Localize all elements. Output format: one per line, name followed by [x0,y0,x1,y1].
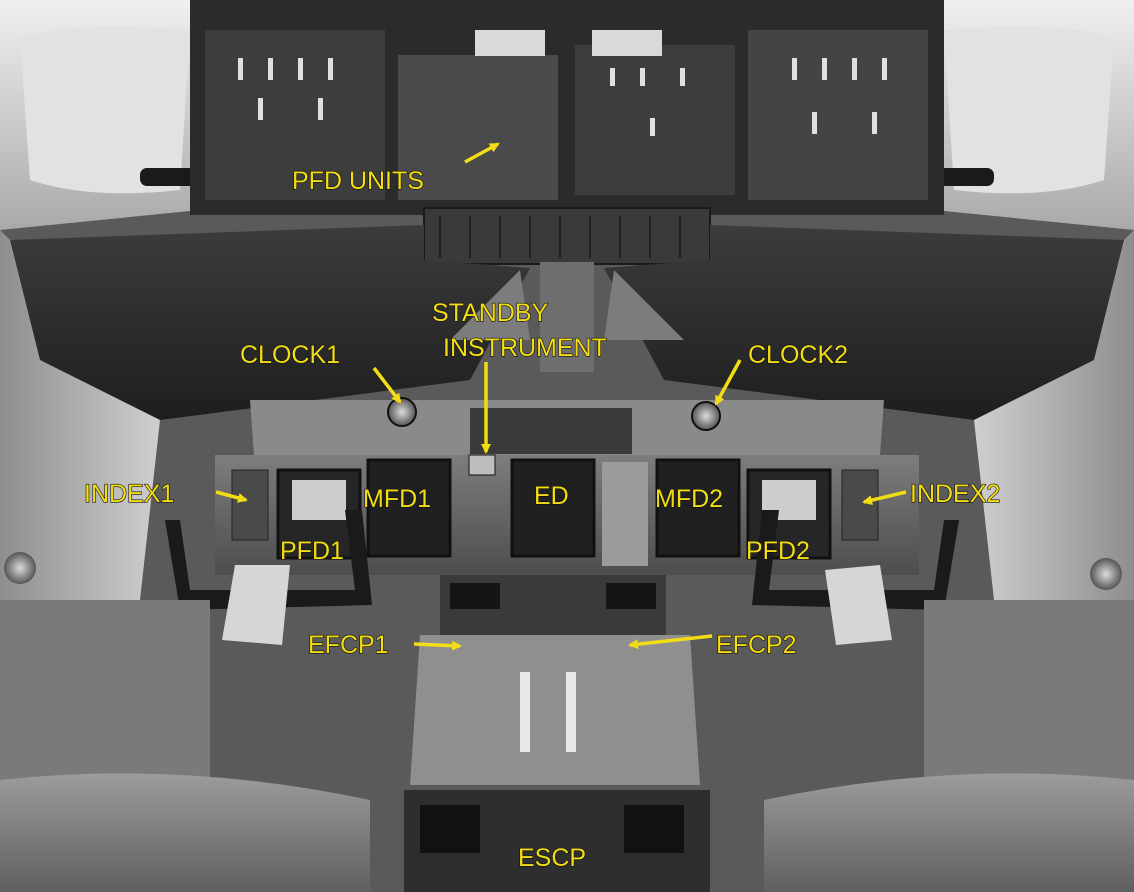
label-pfd2: PFD2 [746,537,810,565]
glareshield-center-box [423,207,711,265]
label-pfd1: PFD1 [280,537,344,565]
label-index1: INDEX1 [84,480,174,508]
cockpit-diagram: PFD UNITS STANDBY INSTRUMENT CLOCK1 CLOC… [0,0,1134,892]
air-vent-left [4,552,36,584]
label-standby-line1: STANDBY [432,299,549,327]
throttle-lever [520,672,530,752]
side-console-right [924,600,1134,790]
label-pfd-units: PFD UNITS [292,167,424,195]
label-clock2: CLOCK2 [748,341,848,369]
label-efcp1: EFCP1 [308,631,389,659]
label-mfd2: MFD2 [655,485,723,513]
center-panel-switches [602,462,648,566]
label-escp: ESCP [518,844,586,872]
overhead-lamp [475,30,545,56]
label-standby-line2: INSTRUMENT [443,334,607,362]
arrow-efcp1 [413,640,462,651]
throttle-lever [566,672,576,752]
clock2-dial [691,401,721,431]
pfd1-screen-attitude [292,480,346,520]
label-efcp2: EFCP2 [716,631,797,659]
escp-display-left [420,805,480,853]
air-vent-right [1090,558,1122,590]
efcp1-display [450,583,500,609]
standby-instrument [468,454,496,476]
label-clock1: CLOCK1 [240,341,340,369]
overhead-panel-section [748,30,928,200]
overhead-lamp [592,30,662,56]
seat-right [764,773,1134,892]
label-index2: INDEX2 [910,480,1000,508]
escp-display-right [624,805,684,853]
seat-left [0,773,370,892]
glareshield-center-panel [470,408,632,454]
clock1-dial [387,397,417,427]
label-mfd1: MFD1 [363,485,431,513]
side-console-left [0,600,210,790]
label-ed: ED [534,482,569,510]
efcp2-display [606,583,656,609]
index1-panel [231,469,269,541]
index2-panel [841,469,879,541]
throttle-quadrant [410,635,700,785]
